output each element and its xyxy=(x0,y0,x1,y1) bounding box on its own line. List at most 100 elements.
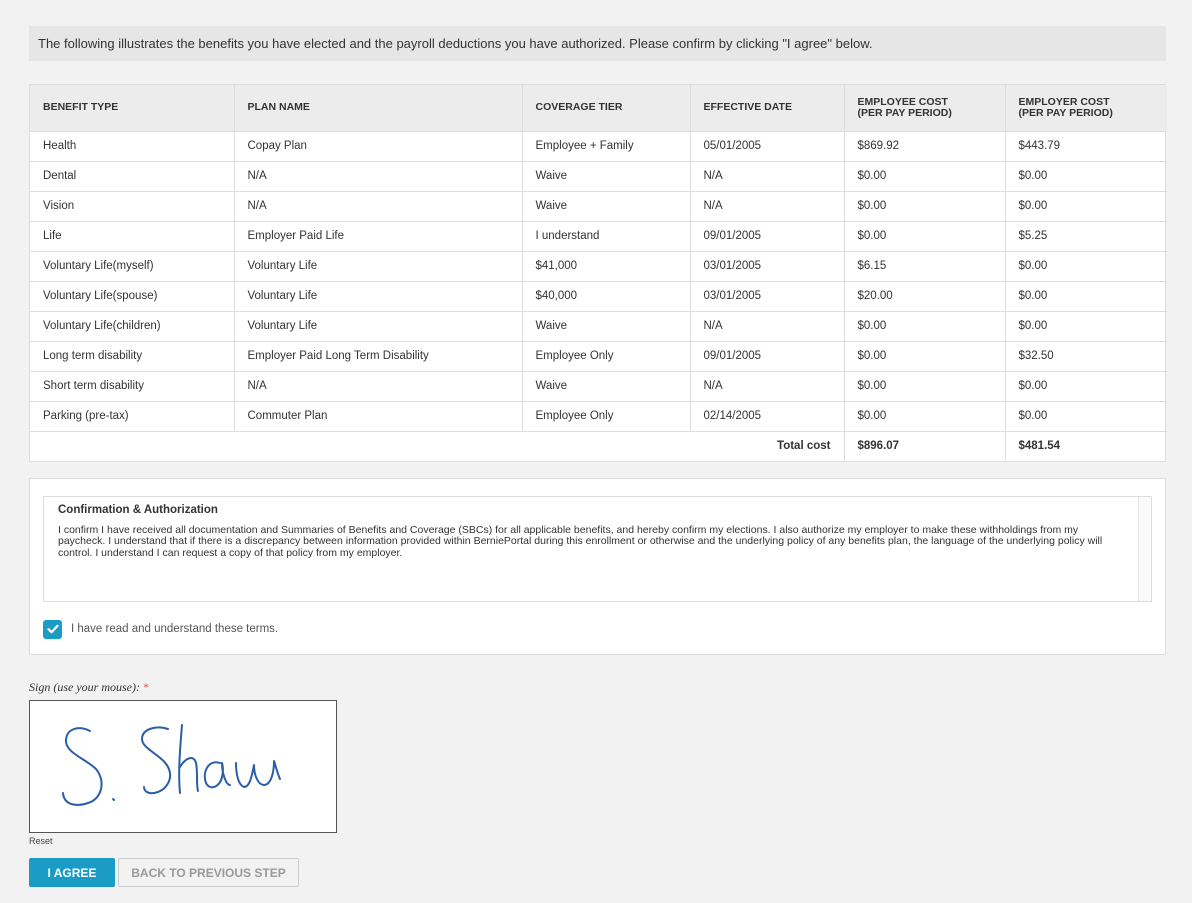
cell-effective-date: 09/01/2005 xyxy=(689,221,844,251)
terms-scrollbar[interactable] xyxy=(1138,497,1151,601)
table-row: Short term disability N/A Waive N/A $0.00 $0.… xyxy=(30,371,1167,401)
table-row: Voluntary Life(spouse) Voluntary Life $40,… xyxy=(30,281,1167,311)
cell-plan-name: Voluntary Life xyxy=(233,281,522,311)
cell-coverage-tier: Waive xyxy=(521,161,690,191)
cell-employer-cost: $443.79 xyxy=(1004,131,1167,161)
cell-employer-cost: $0.00 xyxy=(1004,191,1167,221)
cell-effective-date: 03/01/2005 xyxy=(689,251,844,281)
cell-employee-cost: $0.00 xyxy=(843,311,1005,341)
header-employer-cost: EMPLOYER COST (PER PAY PERIOD) xyxy=(1004,85,1167,131)
cell-coverage-tier: Waive xyxy=(521,311,690,341)
total-employee-cost: $896.07 xyxy=(843,431,1005,461)
cell-employee-cost: $0.00 xyxy=(843,161,1005,191)
cell-coverage-tier: I understand xyxy=(521,221,690,251)
terms-box[interactable]: Confirmation & Authorization I confirm I… xyxy=(43,496,1152,602)
cell-effective-date: N/A xyxy=(689,371,844,401)
cell-employer-cost: $0.00 xyxy=(1004,401,1167,431)
header-effective-date: EFFECTIVE DATE xyxy=(689,85,844,131)
cell-coverage-tier: Employee + Family xyxy=(521,131,690,161)
cell-coverage-tier: Employee Only xyxy=(521,401,690,431)
cell-benefit-type: Voluntary Life(children) xyxy=(43,320,161,332)
cell-effective-date: N/A xyxy=(689,161,844,191)
cell-employer-cost: $0.00 xyxy=(1004,281,1167,311)
cell-employer-cost: $0.00 xyxy=(1004,371,1167,401)
signature-drawing xyxy=(62,724,281,806)
header-plan-name: PLAN NAME xyxy=(233,85,522,131)
benefits-table: BENEFIT TYPE PLAN NAME COVERAGE TIER EFF… xyxy=(29,84,1167,462)
cell-benefit-type: Vision xyxy=(43,200,75,212)
header-benefit-type: BENEFIT TYPE xyxy=(43,101,119,114)
cell-employer-cost: $0.00 xyxy=(1004,161,1167,191)
cell-plan-name: Commuter Plan xyxy=(233,401,522,431)
cell-effective-date: 05/01/2005 xyxy=(689,131,844,161)
cell-benefit-type: Long term disability xyxy=(43,350,143,362)
cell-plan-name: Employer Paid Life xyxy=(233,221,522,251)
cell-benefit-type: Health xyxy=(43,140,77,152)
signature-label-text: Sign (use your mouse): xyxy=(29,680,140,694)
cell-employer-cost: $0.00 xyxy=(1004,251,1167,281)
cell-employee-cost: $0.00 xyxy=(843,191,1005,221)
cell-benefit-type: Parking (pre-tax) xyxy=(43,410,129,422)
cell-employee-cost: $869.92 xyxy=(843,131,1005,161)
total-row: Total cost $896.07 $481.54 xyxy=(30,431,1167,461)
table-row: Life Employer Paid Life I understand 09/01/… xyxy=(30,221,1167,251)
cell-effective-date: 02/14/2005 xyxy=(689,401,844,431)
confirmation-panel: Confirmation & Authorization I confirm I… xyxy=(29,478,1166,655)
header-employee-cost: EMPLOYEE COST (PER PAY PERIOD) xyxy=(843,85,1005,131)
terms-agreement-row[interactable]: I have read and understand these terms. xyxy=(43,619,278,639)
table-row: Dental N/A Waive N/A $0.00 $0.00 xyxy=(30,161,1167,191)
signature-label: Sign (use your mouse): * xyxy=(29,680,149,695)
cell-plan-name: Voluntary Life xyxy=(233,251,522,281)
cell-employer-cost: $32.50 xyxy=(1004,341,1167,371)
table-row: Health Copay Plan Employee + Family 05/01/2… xyxy=(30,131,1167,161)
signature-reset-link[interactable]: Reset xyxy=(29,836,53,846)
table-header-row: BENEFIT TYPE PLAN NAME COVERAGE TIER EFF… xyxy=(30,85,1167,131)
cell-employee-cost: $0.00 xyxy=(843,341,1005,371)
signature-pad[interactable] xyxy=(29,700,337,833)
cell-plan-name: Employer Paid Long Term Disability xyxy=(233,341,522,371)
cell-benefit-type: Dental xyxy=(43,170,77,182)
cell-benefit-type: Life xyxy=(43,230,62,242)
cell-effective-date: 09/01/2005 xyxy=(689,341,844,371)
cell-plan-name: Voluntary Life xyxy=(233,311,522,341)
cell-benefit-type: Short term disability xyxy=(43,380,144,392)
required-asterisk: * xyxy=(142,680,149,694)
table-row: Voluntary Life(children) Voluntary Life Wa… xyxy=(30,311,1167,341)
cell-effective-date: N/A xyxy=(689,311,844,341)
cell-employer-cost: $0.00 xyxy=(1004,311,1167,341)
intro-banner: The following illustrates the benefits y… xyxy=(29,26,1166,61)
agree-button[interactable]: I AGREE xyxy=(29,858,115,887)
header-coverage-tier: COVERAGE TIER xyxy=(521,85,690,131)
cell-coverage-tier: Employee Only xyxy=(521,341,690,371)
terms-checkbox[interactable] xyxy=(43,619,62,639)
cell-benefit-type: Voluntary Life(myself) xyxy=(43,260,154,272)
total-employer-cost: $481.54 xyxy=(1004,431,1167,461)
header-employer-cost-line2: (PER PAY PERIOD) xyxy=(1018,106,1113,119)
cell-employee-cost: $0.00 xyxy=(843,221,1005,251)
terms-body: I confirm I have received all documentat… xyxy=(58,523,1103,559)
terms-checkbox-label: I have read and understand these terms. xyxy=(71,623,279,635)
cell-effective-date: 03/01/2005 xyxy=(689,281,844,311)
table-row: Voluntary Life(myself) Voluntary Life $41,… xyxy=(30,251,1167,281)
cell-employee-cost: $0.00 xyxy=(843,371,1005,401)
cell-employer-cost: $5.25 xyxy=(1004,221,1167,251)
cell-coverage-tier: Waive xyxy=(521,191,690,221)
table-row: Parking (pre-tax) Commuter Plan Employee O… xyxy=(30,401,1167,431)
cell-employee-cost: $0.00 xyxy=(843,401,1005,431)
cell-employee-cost: $20.00 xyxy=(843,281,1005,311)
check-icon xyxy=(46,624,59,634)
cell-benefit-type: Voluntary Life(spouse) xyxy=(43,290,158,302)
terms-title: Confirmation & Authorization xyxy=(58,504,218,516)
cell-plan-name: N/A xyxy=(233,161,522,191)
cell-coverage-tier: Waive xyxy=(521,371,690,401)
cell-employee-cost: $6.15 xyxy=(843,251,1005,281)
cell-coverage-tier: $41,000 xyxy=(521,251,690,281)
back-button[interactable]: BACK TO PREVIOUS STEP xyxy=(118,858,299,887)
cell-plan-name: N/A xyxy=(233,371,522,401)
table-row: Long term disability Employer Paid Long T… xyxy=(30,341,1167,371)
table-row: Vision N/A Waive N/A $0.00 $0.00 xyxy=(30,191,1167,221)
cell-coverage-tier: $40,000 xyxy=(521,281,690,311)
cell-plan-name: N/A xyxy=(233,191,522,221)
total-label: Total cost xyxy=(777,440,831,453)
cell-effective-date: N/A xyxy=(689,191,844,221)
